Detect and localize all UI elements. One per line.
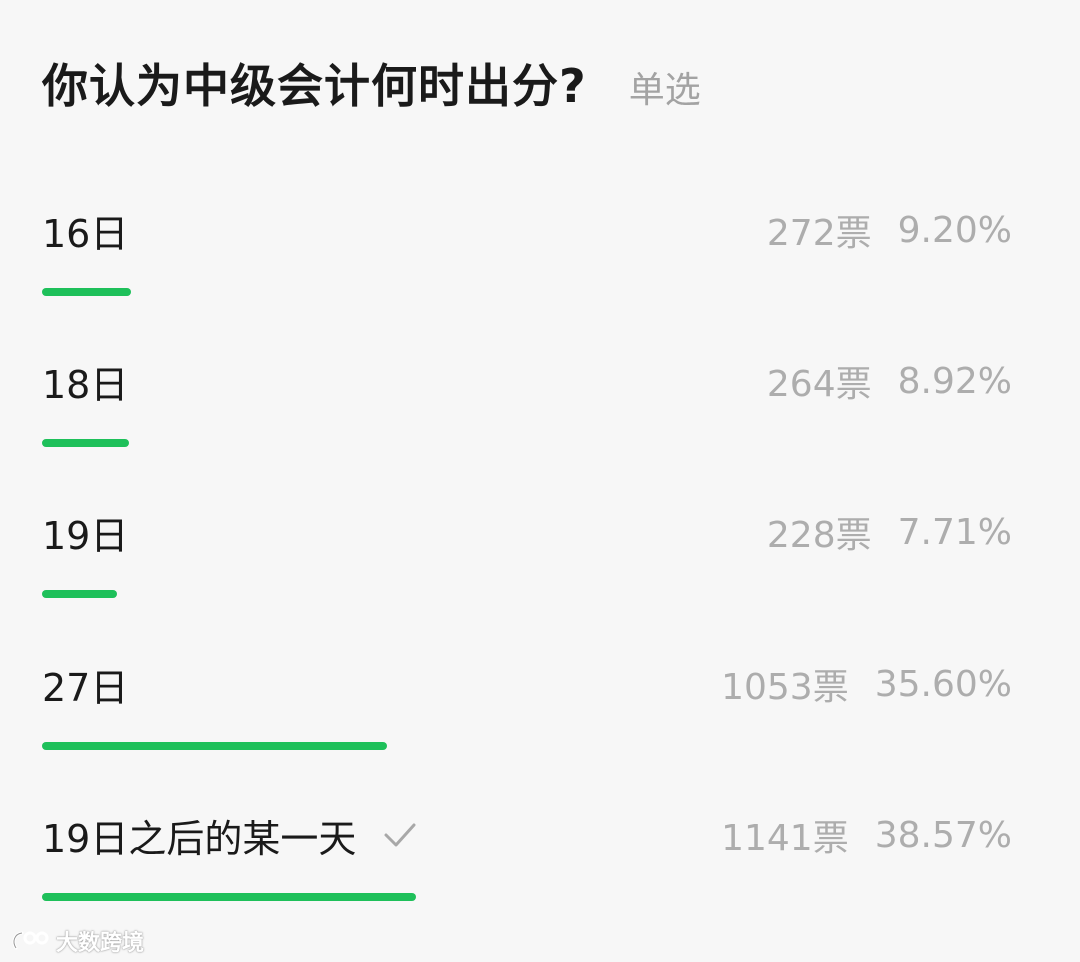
watermark: 大数跨境 xyxy=(10,926,144,956)
option-left: 27日 xyxy=(42,657,128,712)
result-bar-fill xyxy=(42,893,416,901)
watermark-text: 大数跨境 xyxy=(56,931,145,956)
option-label: 16日 xyxy=(42,211,129,256)
option-label: 19日 xyxy=(42,513,129,558)
option-left: 16日 xyxy=(42,203,128,258)
poll-option-18[interactable]: 18日 264票 8.92% xyxy=(0,351,1080,501)
option-stats: 228票 7.71% xyxy=(767,506,1012,558)
check-icon xyxy=(384,823,416,847)
option-percent: 35.60% xyxy=(874,663,1012,705)
result-bar-fill xyxy=(42,439,129,447)
option-left: 19日之后的某一天 xyxy=(42,808,418,863)
option-stats: 1053票 35.60% xyxy=(721,658,1012,710)
option-percent: 38.57% xyxy=(874,814,1012,856)
result-bar-fill xyxy=(42,288,131,296)
option-percent: 9.20% xyxy=(897,209,1012,251)
option-left: 18日 xyxy=(42,354,128,409)
result-bar-fill xyxy=(42,590,117,598)
option-votes: 1141票 xyxy=(721,818,849,859)
poll-option-after-19[interactable]: 19日之后的某一天 1141票 38.57% xyxy=(0,805,1080,955)
poll-type-label: 单选 xyxy=(628,70,701,111)
poll-header: 你认为中级会计何时出分? 单选 xyxy=(42,50,701,113)
option-votes: 1053票 xyxy=(721,667,849,708)
result-bar-track xyxy=(42,590,1012,598)
option-percent: 7.71% xyxy=(897,511,1012,553)
poll-option-19[interactable]: 19日 228票 7.71% xyxy=(0,502,1080,652)
poll-question: 你认为中级会计何时出分? xyxy=(42,59,587,113)
option-percent: 8.92% xyxy=(897,360,1012,402)
option-row: 27日 1053票 35.60% xyxy=(42,654,1012,714)
option-stats: 264票 8.92% xyxy=(767,355,1012,407)
option-label: 27日 xyxy=(42,665,129,710)
result-bar-fill xyxy=(42,742,387,750)
option-label: 18日 xyxy=(42,362,129,407)
result-bar-track xyxy=(42,288,1012,296)
option-left: 19日 xyxy=(42,505,128,560)
poll-card: 你认为中级会计何时出分? 单选 16日 272票 9.20% 18日 264票 … xyxy=(0,0,1080,962)
option-row: 19日 228票 7.71% xyxy=(42,502,1012,562)
option-stats: 1141票 38.57% xyxy=(721,809,1012,861)
result-bar-track xyxy=(42,439,1012,447)
brand-logo-icon xyxy=(12,931,49,950)
option-votes: 272票 xyxy=(766,213,872,254)
option-label: 19日之后的某一天 xyxy=(42,816,357,861)
result-bar-track xyxy=(42,893,1012,901)
option-votes: 264票 xyxy=(766,364,872,405)
result-bar-track xyxy=(42,742,1012,750)
poll-option-27[interactable]: 27日 1053票 35.60% xyxy=(0,654,1080,804)
option-row: 18日 264票 8.92% xyxy=(42,351,1012,411)
option-stats: 272票 9.20% xyxy=(767,204,1012,256)
option-row: 19日之后的某一天 1141票 38.57% xyxy=(42,805,1012,865)
option-row: 16日 272票 9.20% xyxy=(42,200,1012,260)
option-votes: 228票 xyxy=(766,515,872,556)
poll-option-16[interactable]: 16日 272票 9.20% xyxy=(0,200,1080,350)
